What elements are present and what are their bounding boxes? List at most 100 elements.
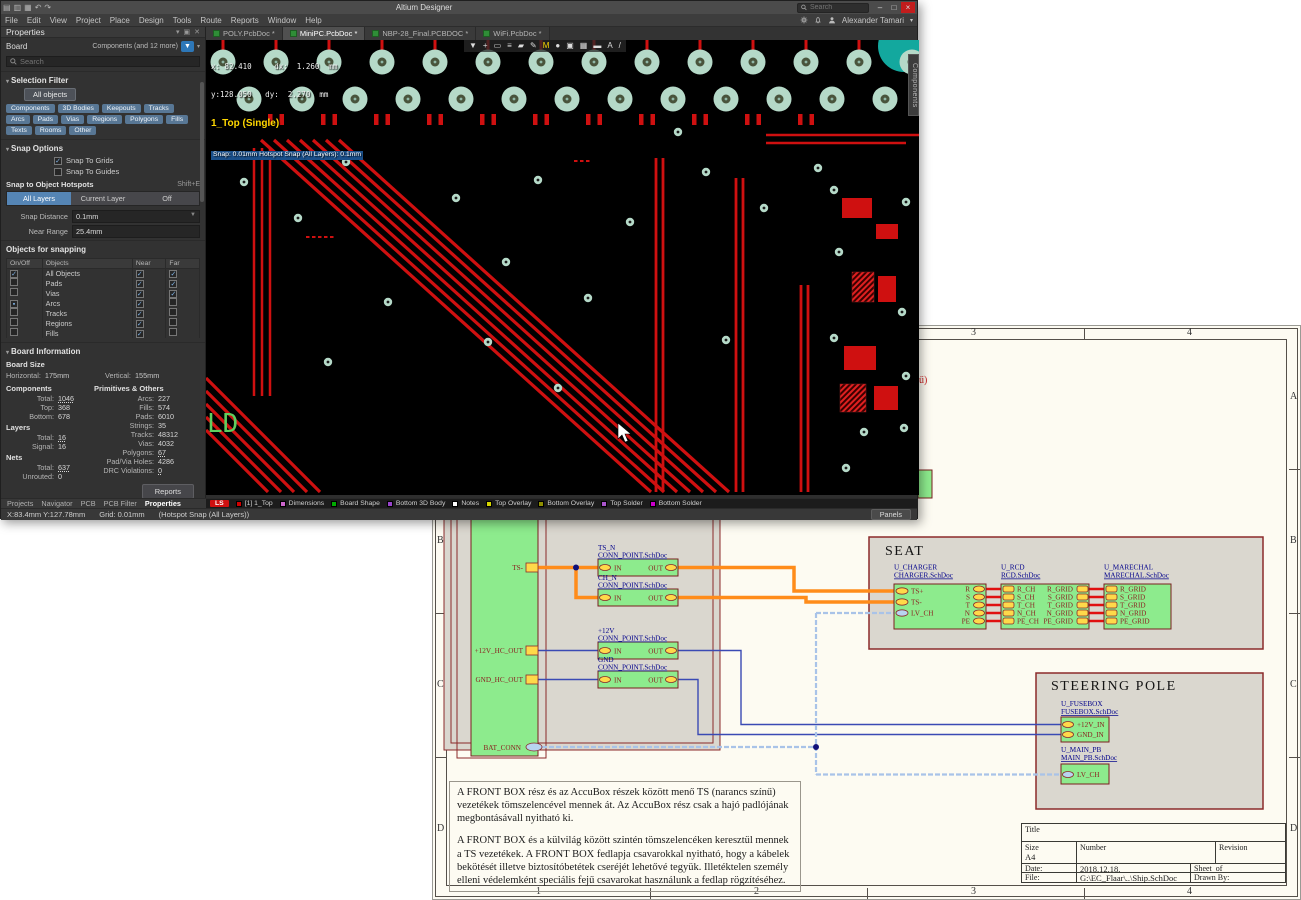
onoff-checkbox[interactable]: ▪ <box>10 300 18 308</box>
line-icon[interactable]: / <box>619 41 621 51</box>
close-button[interactable]: × <box>901 2 915 13</box>
layer-tab[interactable]: Board Shape <box>331 500 380 507</box>
pcb-viewport[interactable]: LD x: 82.410 dx: 1.260 mm y:128.050 dy: … <box>206 40 919 495</box>
far-checkbox[interactable]: ✓ <box>169 280 177 288</box>
column-header[interactable]: On/Off <box>7 259 43 269</box>
main-pb-doc[interactable]: MAIN_PB.SchDoc <box>1061 754 1117 762</box>
near-checkbox[interactable]: ✓ <box>136 310 144 318</box>
near-checkbox[interactable]: ✓ <box>136 270 144 278</box>
draw-icon[interactable]: ✎ <box>530 41 537 51</box>
filter-type-button[interactable]: Texts <box>6 126 32 135</box>
near-checkbox[interactable]: ✓ <box>136 300 144 308</box>
filter-type-button[interactable]: Arcs <box>6 115 30 124</box>
fusebox-doc[interactable]: FUSEBOX.SchDoc <box>1061 708 1118 716</box>
move-icon[interactable]: + <box>483 41 488 51</box>
fill-icon[interactable]: ▰ <box>518 41 524 51</box>
filter-type-button[interactable]: Fills <box>166 115 188 124</box>
layer-tab[interactable]: Top Solder <box>601 500 643 507</box>
charger-doc[interactable]: CHARGER.SchDoc <box>894 572 953 580</box>
near-checkbox[interactable]: ✓ <box>136 330 144 338</box>
far-checkbox[interactable] <box>169 308 177 316</box>
near-checkbox[interactable]: ✓ <box>136 320 144 328</box>
far-checkbox[interactable] <box>169 298 177 306</box>
tab-poly[interactable]: POLY.PcbDoc * <box>206 27 283 40</box>
menu-item[interactable]: Project <box>76 16 101 25</box>
filter-icon[interactable]: ▼ <box>469 41 477 51</box>
sheet-symbol-fragment[interactable] <box>918 470 932 498</box>
filter-type-button[interactable]: Tracks <box>144 104 174 113</box>
conn-doc[interactable]: CONN_POINT.SchDoc <box>598 664 667 672</box>
grid-icon[interactable]: ▦ <box>580 41 588 51</box>
far-checkbox[interactable]: ✓ <box>169 270 177 278</box>
mode-off[interactable]: Off <box>135 192 199 205</box>
board-info-header[interactable]: ▾Board Information <box>6 345 200 358</box>
reports-button[interactable]: Reports <box>142 484 194 498</box>
snapping-row[interactable]: Vias ✓ ✓ <box>7 288 200 298</box>
onoff-checkbox[interactable] <box>10 318 18 326</box>
pin-icon[interactable]: ▣ <box>184 28 191 36</box>
tab-wifi[interactable]: WiFi.PcbDoc * <box>476 27 549 40</box>
chevron-down-icon[interactable]: ▾ <box>910 17 913 24</box>
search-input[interactable] <box>810 4 865 11</box>
snapping-row[interactable]: ✓ All Objects ✓ ✓ <box>7 269 200 279</box>
snap-options-header[interactable]: ▾Snap Options <box>6 142 200 155</box>
column-header[interactable]: Far <box>166 259 200 269</box>
save-icon[interactable]: ▤ <box>3 1 11 14</box>
far-checkbox[interactable]: ✓ <box>169 290 177 298</box>
filter-type-button[interactable]: Rooms <box>35 126 67 135</box>
minimize-button[interactable]: – <box>873 2 887 13</box>
maximize-button[interactable]: □ <box>887 2 901 13</box>
filter-type-button[interactable]: Polygons <box>125 115 163 124</box>
panel-tab[interactable]: Navigator <box>41 499 72 508</box>
mode-all-layers[interactable]: All Layers <box>7 192 71 205</box>
onoff-checkbox[interactable]: ✓ <box>10 270 18 278</box>
column-header[interactable]: Objects <box>42 259 132 269</box>
global-search[interactable] <box>797 3 869 13</box>
user-name[interactable]: Alexander Tamari <box>842 16 904 25</box>
layer-tab[interactable]: Dimensions <box>280 500 325 507</box>
far-checkbox[interactable] <box>169 328 177 336</box>
column-header[interactable]: Near <box>132 259 166 269</box>
marechal-doc[interactable]: MARECHAL.SchDoc <box>1104 572 1169 580</box>
filter-type-button[interactable]: Keepouts <box>102 104 141 113</box>
snapping-row[interactable]: Regions ✓ <box>7 318 200 328</box>
snapping-row[interactable]: Pads ✓ ✓ <box>7 278 200 288</box>
panel-search[interactable] <box>6 56 200 67</box>
redo-icon[interactable]: ↷ <box>44 1 51 14</box>
properties-panel-header[interactable]: Properties ▾ ▣ ✕ <box>1 27 205 38</box>
panel-tab[interactable]: Properties <box>145 499 181 508</box>
menu-item[interactable]: Edit <box>27 16 41 25</box>
ruler-icon[interactable]: ▬ <box>593 41 601 51</box>
chevron-down-icon[interactable]: ▾ <box>197 43 200 50</box>
onoff-checkbox[interactable] <box>10 328 18 336</box>
near-range-input[interactable]: 25.4mm <box>72 225 200 238</box>
filter-type-button[interactable]: Components <box>6 104 55 113</box>
panel-scrollbar[interactable] <box>200 82 204 202</box>
panel-tab[interactable]: PCB Filter <box>104 499 137 508</box>
undo-icon[interactable]: ↶ <box>35 1 42 14</box>
mode-current-layer[interactable]: Current Layer <box>71 192 135 205</box>
layer-set-chip[interactable]: LS <box>210 500 229 507</box>
layers-icon[interactable]: ≡ <box>507 41 512 51</box>
panel-tab[interactable]: Projects <box>7 499 33 508</box>
near-checkbox[interactable]: ✓ <box>136 280 144 288</box>
panel-tab[interactable]: PCB <box>81 499 96 508</box>
snap-distance-select[interactable]: 0.1mm▼ <box>72 210 200 223</box>
conn-doc[interactable]: CONN_POINT.SchDoc <box>598 552 667 560</box>
all-objects-button[interactable]: All objects <box>24 88 76 101</box>
measure-icon[interactable]: M <box>543 41 550 51</box>
highlight-icon[interactable]: ● <box>555 41 560 51</box>
layer-tab[interactable]: Notes <box>452 500 479 507</box>
snap-grids-checkbox[interactable]: ✓ <box>54 157 62 165</box>
onoff-checkbox[interactable] <box>10 288 18 296</box>
conn-doc[interactable]: CONN_POINT.SchDoc <box>598 635 667 643</box>
close-icon[interactable]: ✕ <box>194 28 200 36</box>
onoff-checkbox[interactable] <box>10 278 18 286</box>
quick-access-toolbar[interactable]: ▤ ▥ ▦ ↶ ↷ <box>3 1 51 14</box>
selection-filter-header[interactable]: ▾Selection Filter <box>6 74 200 87</box>
filter-type-button[interactable]: Other <box>69 126 96 135</box>
panel-search-input[interactable] <box>20 57 180 66</box>
bell-icon[interactable] <box>814 16 822 24</box>
components-side-tab[interactable]: Components <box>908 54 919 116</box>
layer-tab[interactable]: Top Overlay <box>486 500 531 507</box>
